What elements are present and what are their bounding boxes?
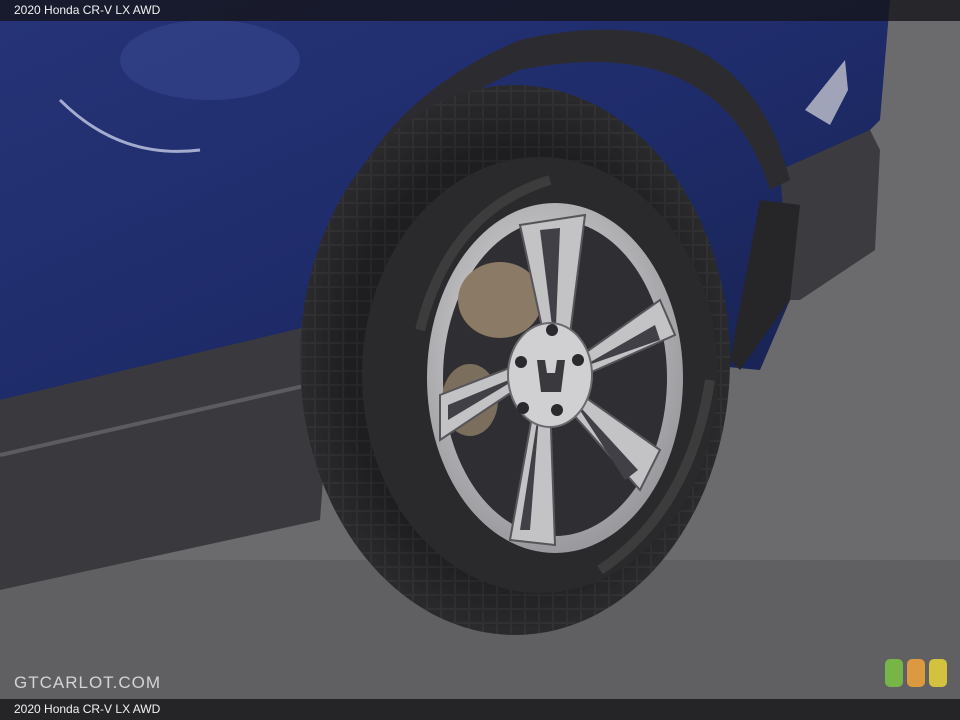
caption-bar-bottom: 2020 Honda CR-V LX AWD	[0, 699, 960, 720]
site-watermark: GTCARLOT.COM	[14, 673, 162, 692]
wheel-photo	[0, 0, 960, 720]
caption-bar-top: 2020 Honda CR-V LX AWD	[0, 0, 960, 21]
caption-top: 2020 Honda CR-V LX AWD	[14, 3, 161, 17]
photo-stage: 2020 Honda CR-V LX AWD GTCARLOT.COM 2020…	[0, 0, 960, 720]
color-swatches-icon	[885, 659, 947, 687]
caption-bottom: 2020 Honda CR-V LX AWD	[14, 702, 161, 716]
